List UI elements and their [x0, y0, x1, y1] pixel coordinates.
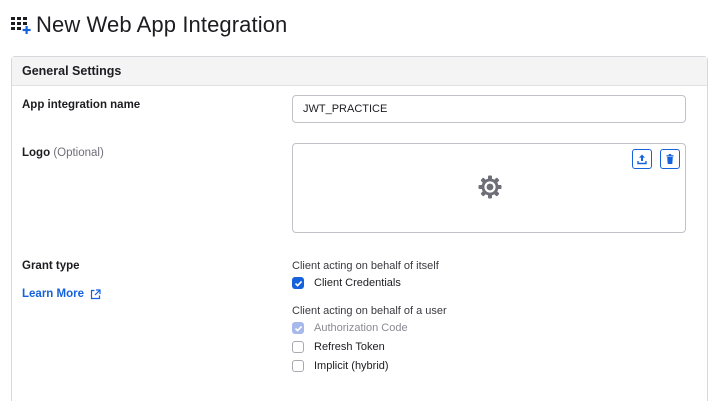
grant-group-label-self: Client acting on behalf of itself	[292, 260, 439, 272]
checkbox-unchecked-icon	[292, 341, 304, 353]
client-credentials-label: Client Credentials	[314, 277, 401, 289]
grid-plus-icon	[11, 17, 31, 34]
refresh-token-checkbox[interactable]: Refresh Token	[292, 341, 385, 353]
authorization-code-checkbox[interactable]: Authorization Code	[292, 322, 408, 334]
grant-group-label-user: Client acting on behalf of a user	[292, 305, 447, 317]
logo-dropzone[interactable]	[292, 143, 686, 233]
gear-icon	[478, 175, 502, 199]
checkbox-checked-disabled-icon	[292, 322, 304, 334]
app-name-label: App integration name	[22, 99, 141, 111]
learn-more-text: Learn More	[22, 288, 84, 300]
logo-label-text: Logo	[22, 147, 51, 159]
page-header: New Web App Integration	[10, 12, 287, 38]
logo-optional-hint: (Optional)	[53, 147, 104, 159]
implicit-hybrid-checkbox[interactable]: Implicit (hybrid)	[292, 360, 389, 372]
client-credentials-checkbox[interactable]: Client Credentials	[292, 277, 401, 289]
delete-logo-button[interactable]	[660, 149, 680, 169]
section-title: General Settings	[12, 57, 707, 86]
general-settings-card: General Settings App integration name Lo…	[11, 56, 708, 401]
upload-logo-button[interactable]	[632, 149, 652, 169]
page-title: New Web App Integration	[36, 12, 288, 37]
trash-icon	[666, 154, 674, 164]
learn-more-link[interactable]: Learn More	[22, 288, 101, 300]
authorization-code-label: Authorization Code	[314, 322, 408, 334]
upload-icon	[637, 154, 647, 165]
checkbox-checked-icon	[292, 277, 304, 289]
checkbox-unchecked-icon	[292, 360, 304, 372]
external-link-icon	[90, 288, 101, 299]
grant-type-label: Grant type	[22, 260, 80, 272]
refresh-token-label: Refresh Token	[314, 341, 385, 353]
implicit-hybrid-label: Implicit (hybrid)	[314, 360, 389, 372]
logo-label: Logo (Optional)	[22, 147, 104, 159]
app-name-input[interactable]	[292, 95, 686, 123]
